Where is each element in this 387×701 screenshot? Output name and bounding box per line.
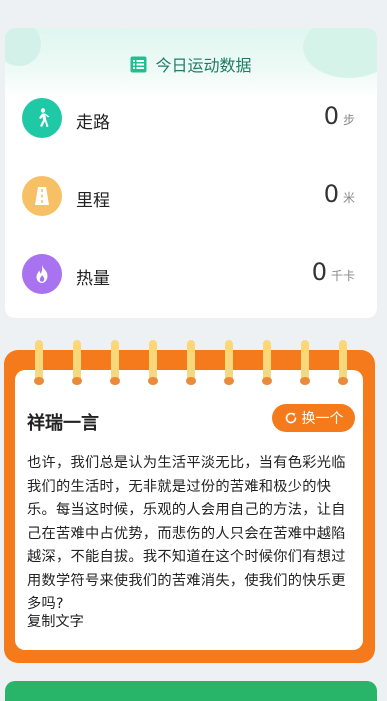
stat-unit: 千卡 [330, 269, 355, 283]
stats-title: 今日运动数据 [155, 56, 252, 75]
stat-row-distance: 里程 0 米 [5, 170, 377, 226]
stat-label: 走路 [76, 113, 110, 133]
walking-icon [22, 98, 62, 138]
binder-ring [148, 340, 158, 385]
stat-label: 热量 [76, 269, 110, 289]
stat-row-walk: 走路 0 步 [5, 92, 377, 148]
binder-ring [72, 340, 82, 385]
stat-value: 0 [323, 180, 339, 208]
stat-row-calories: 热量 0 千卡 [5, 248, 377, 304]
binder-ring [224, 340, 234, 385]
binder-ring [300, 340, 310, 385]
quote-text: 也许，我们总是认为生活平淡无比，当有色彩光临我们的生活时，无非就是过份的苦难和极… [27, 455, 346, 612]
next-card-edge [5, 681, 377, 701]
swap-quote-button[interactable]: 换一个 [272, 404, 355, 432]
binder-ring [338, 340, 348, 385]
refresh-icon [285, 412, 296, 424]
stat-unit: 米 [342, 191, 355, 205]
binder-ring [262, 340, 272, 385]
stat-unit: 步 [342, 113, 355, 127]
binder-ring [186, 340, 196, 385]
swap-button-label: 换一个 [301, 411, 344, 427]
stat-value: 0 [311, 258, 327, 286]
binder-ring [34, 340, 44, 385]
copy-text-link[interactable]: 复制文字 [27, 611, 84, 631]
binder-ring [110, 340, 120, 385]
quote-title: 祥瑞一言 [27, 413, 99, 434]
stat-value: 0 [323, 102, 339, 130]
flame-icon [22, 254, 62, 294]
list-doc-icon [130, 56, 147, 72]
stats-header: 今日运动数据 [5, 28, 377, 98]
road-icon [22, 176, 62, 216]
today-stats-card: 今日运动数据 走路 0 步 里程 0 米 热量 0 千卡 [5, 28, 377, 318]
stat-label: 里程 [76, 191, 110, 211]
